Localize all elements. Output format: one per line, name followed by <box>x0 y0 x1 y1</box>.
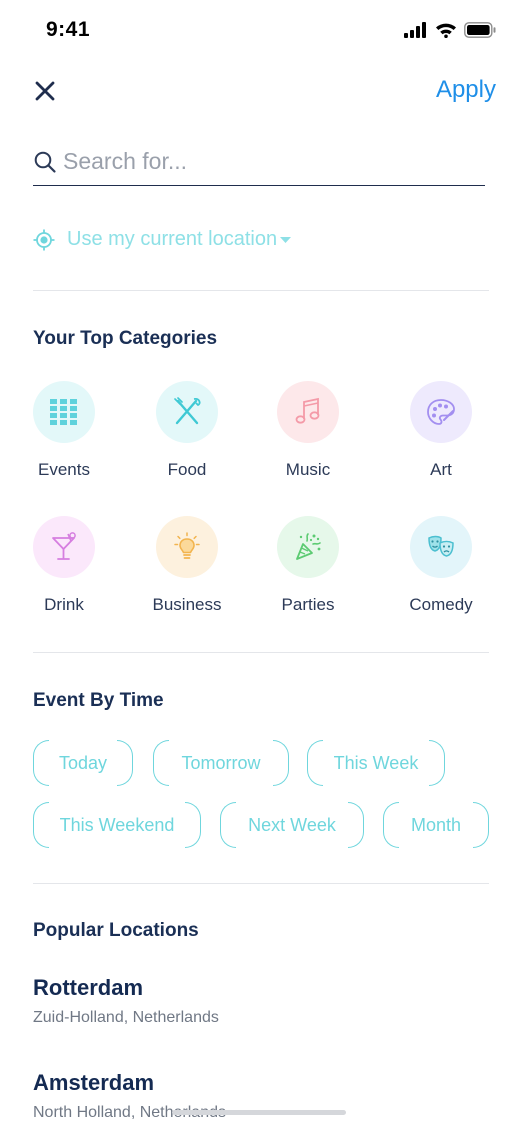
location-name-rotterdam[interactable]: Rotterdam <box>33 975 143 1001</box>
status-time: 9:41 <box>46 18 91 41</box>
chip-border-left <box>33 740 49 786</box>
category-art-circle <box>410 381 472 443</box>
time-chip-this-week[interactable]: This Week <box>307 740 445 786</box>
lightbulb-icon <box>174 532 200 559</box>
divider <box>33 290 489 291</box>
category-music[interactable]: Music <box>258 381 358 480</box>
chip-label: Tomorrow <box>181 752 261 773</box>
category-drink[interactable]: Drink <box>14 516 114 615</box>
category-parties[interactable]: Parties <box>258 516 358 615</box>
close-button[interactable] <box>30 76 60 106</box>
cocktail-icon <box>52 532 76 560</box>
location-name-amsterdam[interactable]: Amsterdam <box>33 1070 154 1096</box>
category-events[interactable]: Events <box>14 381 114 480</box>
chip-border-left <box>153 740 169 786</box>
search-bar <box>33 138 485 186</box>
chip-border-left <box>383 802 399 848</box>
chip-label: Month <box>410 814 462 835</box>
category-label: Comedy <box>409 595 473 614</box>
close-icon <box>35 81 55 101</box>
fork-knife-icon <box>174 397 201 425</box>
chip-label: Next Week <box>248 814 336 835</box>
category-business-circle <box>156 516 218 578</box>
signal-icon <box>404 22 426 38</box>
status-bar: 9:41 <box>0 0 518 64</box>
chip-border-right <box>429 740 445 786</box>
category-label: Music <box>285 460 331 479</box>
grid-icon <box>50 399 77 425</box>
category-label: Events <box>38 460 90 479</box>
time-chip-next-week[interactable]: Next Week <box>220 802 364 848</box>
category-drink-circle <box>33 516 95 578</box>
category-label: Parties <box>281 595 335 614</box>
chip-border-right <box>273 740 289 786</box>
divider <box>33 652 489 653</box>
wifi-icon <box>436 23 456 38</box>
palette-icon <box>427 399 455 425</box>
time-chip-tomorrow[interactable]: Tomorrow <box>153 740 289 786</box>
category-food[interactable]: Food <box>137 381 237 480</box>
divider <box>33 883 489 884</box>
location-label: Use my current location <box>67 228 278 250</box>
top-categories-title: Your Top Categories <box>33 328 218 349</box>
theater-masks-icon <box>428 535 454 557</box>
chip-border-left <box>33 802 49 848</box>
chip-border-left <box>307 740 323 786</box>
search-input[interactable] <box>63 148 463 175</box>
time-chip-today[interactable]: Today <box>33 740 133 786</box>
chip-border-right <box>117 740 133 786</box>
time-chip-month[interactable]: Month <box>383 802 489 848</box>
location-region: Zuid-Holland, Netherlands <box>33 1009 219 1026</box>
use-current-location[interactable]: Use my current location <box>33 228 292 251</box>
location-target-icon <box>33 229 55 250</box>
category-parties-circle <box>277 516 339 578</box>
category-comedy-circle <box>410 516 472 578</box>
apply-button[interactable]: Apply <box>436 76 496 104</box>
event-by-time-title: Event By Time <box>33 690 164 711</box>
battery-icon <box>464 22 496 38</box>
confetti-icon <box>296 533 321 560</box>
category-food-circle <box>156 381 218 443</box>
category-comedy[interactable]: Comedy <box>391 516 491 615</box>
chip-border-right <box>473 802 489 848</box>
chip-label: This Week <box>333 752 419 773</box>
chip-border-right <box>348 802 364 848</box>
category-art[interactable]: Art <box>391 381 491 480</box>
popular-locations-title: Popular Locations <box>33 920 199 941</box>
category-business[interactable]: Business <box>137 516 237 615</box>
category-music-circle <box>277 381 339 443</box>
chip-label: This Weekend <box>59 814 175 835</box>
category-label: Food <box>167 460 207 479</box>
status-icons <box>404 22 496 38</box>
category-events-circle <box>33 381 95 443</box>
chip-border-right <box>185 802 201 848</box>
chip-border-left <box>220 802 236 848</box>
category-label: Drink <box>44 595 84 614</box>
category-label: Business <box>152 595 222 614</box>
search-icon <box>34 151 56 173</box>
music-note-icon <box>295 397 320 424</box>
category-label: Art <box>430 460 452 479</box>
home-indicator[interactable] <box>172 1110 346 1115</box>
chevron-down-icon <box>280 237 292 243</box>
chip-label: Today <box>58 752 108 773</box>
time-chip-this-weekend[interactable]: This Weekend <box>33 802 201 848</box>
